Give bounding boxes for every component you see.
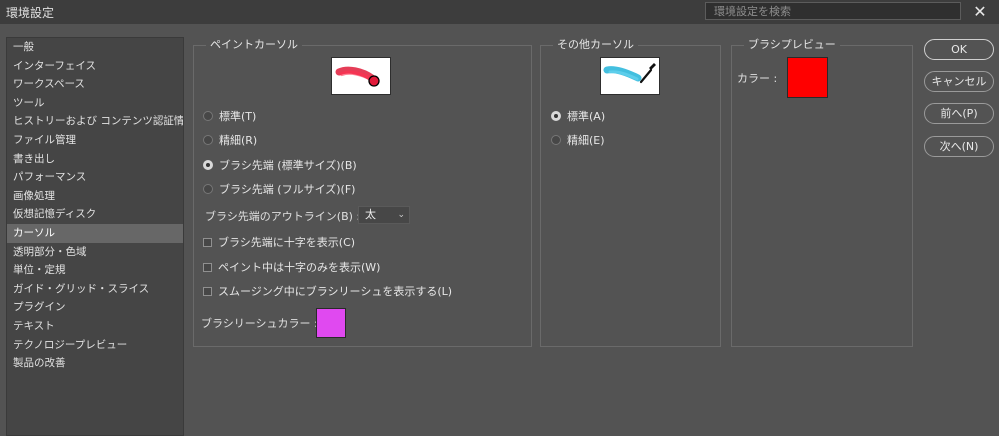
- sidebar-item-history[interactable]: ヒストリーおよび コンテンツ認証情報: [7, 112, 183, 131]
- chevron-down-icon: ⌄: [397, 210, 405, 220]
- paint-cursors-title: ペイントカーソル: [206, 38, 302, 52]
- radio-label: 標準(T): [219, 110, 257, 123]
- sidebar-item-file-handling[interactable]: ファイル管理: [7, 131, 183, 150]
- radio-indicator: [551, 111, 561, 121]
- checkbox-label: スムージング中にブラシリーシュを表示する(L): [218, 285, 453, 298]
- sidebar-item-tools[interactable]: ツール: [7, 94, 183, 113]
- radio-indicator: [203, 160, 213, 170]
- outline-select[interactable]: 太 ⌄: [358, 206, 410, 224]
- outline-select-value: 太: [365, 208, 376, 221]
- sidebar-item-cursors[interactable]: カーソル: [7, 223, 183, 243]
- sidebar-item-workspace[interactable]: ワークスペース: [7, 75, 183, 94]
- paint-cursor-preview: [331, 57, 391, 95]
- radio-other-precise[interactable]: 精細(E): [551, 132, 605, 148]
- other-cursor-preview: [600, 57, 660, 95]
- brush-preview-color-label: カラー :: [737, 72, 778, 85]
- checkbox-label: ブラシ先端に十字を表示(C): [218, 236, 356, 249]
- sidebar-item-export[interactable]: 書き出し: [7, 150, 183, 169]
- radio-paint-brush-normal[interactable]: ブラシ先端 (標準サイズ)(B): [203, 157, 357, 173]
- cancel-button[interactable]: キャンセル: [924, 71, 994, 92]
- radio-indicator: [203, 135, 213, 145]
- window-title: 環境設定: [6, 6, 55, 20]
- ok-button[interactable]: OK: [924, 39, 994, 60]
- radio-indicator: [203, 184, 213, 194]
- prev-button[interactable]: 前へ(P): [924, 103, 994, 124]
- title-bar: 環境設定 ✕: [0, 0, 999, 24]
- checkbox-indicator: [203, 237, 212, 247]
- sidebar-item-transparency[interactable]: 透明部分・色域: [7, 243, 183, 262]
- checkbox-label: ペイント中は十字のみを表示(W): [218, 261, 381, 274]
- sidebar-item-tech-previews[interactable]: テクノロジープレビュー: [7, 336, 183, 355]
- sidebar-item-scratch-disks[interactable]: 仮想記憶ディスク: [7, 205, 183, 224]
- sidebar-item-plugins[interactable]: プラグイン: [7, 298, 183, 317]
- radio-paint-brush-full[interactable]: ブラシ先端 (フルサイズ)(F): [203, 181, 355, 197]
- checkbox-crosshair[interactable]: ブラシ先端に十字を表示(C): [203, 234, 355, 250]
- sidebar-item-performance[interactable]: パフォーマンス: [7, 168, 183, 187]
- radio-indicator: [551, 135, 561, 145]
- sidebar-item-guides[interactable]: ガイド・グリッド・スライス: [7, 280, 183, 299]
- sidebar: 一般 インターフェイス ワークスペース ツール ヒストリーおよび コンテンツ認証…: [6, 37, 184, 436]
- radio-label: 精細(R): [219, 134, 258, 147]
- close-icon[interactable]: ✕: [969, 1, 991, 23]
- sidebar-item-type[interactable]: テキスト: [7, 317, 183, 336]
- radio-label: ブラシ先端 (標準サイズ)(B): [219, 159, 357, 172]
- radio-other-standard[interactable]: 標準(A): [551, 108, 605, 124]
- sidebar-item-general[interactable]: 一般: [7, 38, 183, 57]
- radio-label: 精細(E): [567, 134, 605, 147]
- search-input[interactable]: [706, 3, 960, 19]
- sidebar-item-interface[interactable]: インターフェイス: [7, 57, 183, 76]
- search-box[interactable]: [705, 2, 961, 20]
- radio-paint-precise[interactable]: 精細(R): [203, 132, 257, 148]
- sidebar-item-image-processing[interactable]: 画像処理: [7, 187, 183, 206]
- radio-label: ブラシ先端 (フルサイズ)(F): [219, 183, 356, 196]
- brush-leash-color-swatch[interactable]: [316, 308, 346, 338]
- checkbox-indicator: [203, 286, 212, 296]
- next-button[interactable]: 次へ(N): [924, 136, 994, 157]
- checkbox-crosshair-only[interactable]: ペイント中は十字のみを表示(W): [203, 259, 380, 275]
- radio-indicator: [203, 111, 213, 121]
- radio-paint-standard[interactable]: 標準(T): [203, 108, 256, 124]
- brush-preview-title: ブラシプレビュー: [744, 38, 840, 52]
- checkbox-indicator: [203, 262, 212, 272]
- sidebar-item-units[interactable]: 単位・定規: [7, 261, 183, 280]
- checkbox-brush-leash[interactable]: スムージング中にブラシリーシュを表示する(L): [203, 283, 452, 299]
- brush-preview-color-swatch[interactable]: [787, 57, 828, 98]
- sidebar-item-product-improvement[interactable]: 製品の改善: [7, 354, 183, 373]
- radio-label: 標準(A): [567, 110, 606, 123]
- other-cursors-title: その他カーソル: [553, 38, 638, 52]
- outline-label: ブラシ先端のアウトライン(B) :: [205, 210, 361, 223]
- brush-leash-color-label: ブラシリーシュカラー :: [201, 317, 318, 330]
